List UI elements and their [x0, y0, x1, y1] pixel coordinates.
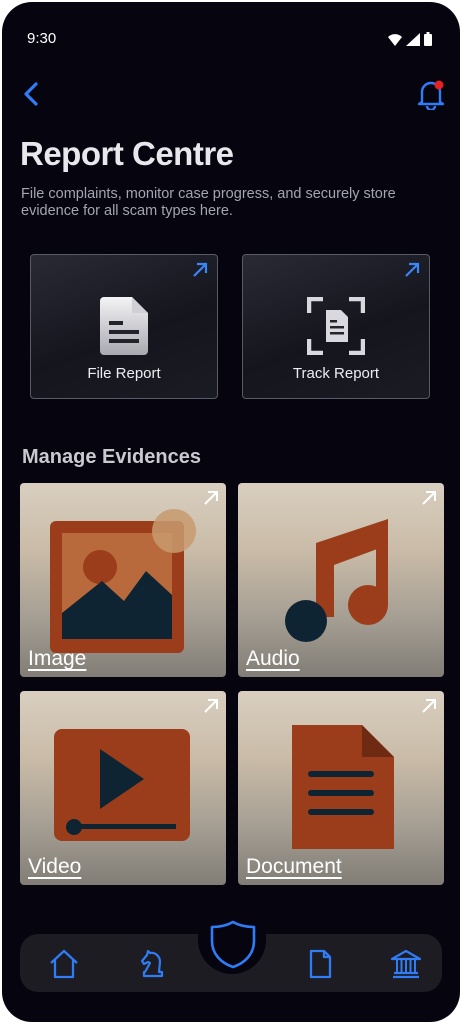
arrow-up-right-icon — [422, 491, 436, 505]
manage-evidences-heading: Manage Evidences — [22, 446, 201, 468]
document-evidence-card[interactable]: Document — [238, 691, 444, 885]
status-bar: 9:30 — [2, 30, 460, 50]
audio-evidence-card[interactable]: Audio — [238, 483, 444, 677]
file-report-button[interactable]: File Report — [30, 254, 218, 399]
bank-icon[interactable] — [390, 948, 422, 980]
chess-knight-icon[interactable] — [136, 948, 168, 980]
image-card-label: Image — [28, 647, 87, 670]
battery-icon — [424, 32, 432, 46]
status-time: 9:30 — [27, 30, 57, 47]
back-arrow-icon[interactable] — [18, 80, 46, 108]
track-report-label: Track Report — [292, 365, 380, 382]
arrow-up-right-icon — [204, 699, 218, 713]
arrow-up-right-icon — [193, 262, 208, 277]
arrow-up-right-icon — [405, 262, 420, 277]
document-icon — [100, 297, 148, 355]
arrow-up-right-icon — [204, 491, 218, 505]
status-icons — [388, 32, 432, 46]
file-report-label: File Report — [87, 365, 161, 382]
wifi-icon — [388, 34, 402, 46]
file-icon[interactable] — [304, 948, 336, 980]
video-evidence-card[interactable]: Video — [20, 691, 226, 885]
arrow-up-right-icon — [422, 699, 436, 713]
track-report-button[interactable]: Track Report — [242, 254, 430, 399]
home-icon[interactable] — [48, 948, 80, 980]
page-subtitle: File complaints, monitor case progress, … — [21, 186, 396, 219]
notification-bell-icon[interactable] — [416, 78, 446, 110]
video-card-label: Video — [28, 855, 82, 878]
signal-icon — [406, 33, 420, 46]
image-evidence-card[interactable]: Image — [20, 483, 226, 677]
audio-card-label: Audio — [246, 647, 300, 670]
page-title: Report Centre — [20, 135, 234, 172]
scan-document-icon — [307, 297, 365, 355]
document-card-label: Document — [246, 855, 342, 878]
phone-screen: 9:30 Report Centre File complaints, moni… — [2, 2, 460, 1022]
shield-icon[interactable] — [209, 919, 257, 969]
